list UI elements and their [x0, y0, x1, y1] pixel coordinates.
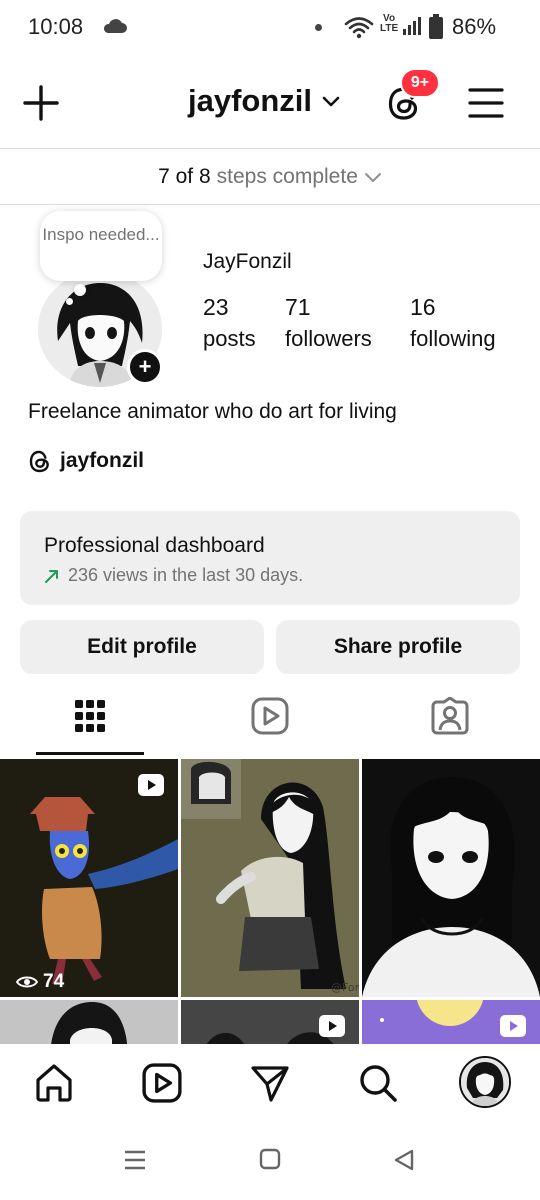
svg-text:@Fonz: @Fonz — [331, 981, 359, 994]
following-label: following — [410, 326, 496, 351]
recent-apps-icon[interactable] — [123, 1148, 147, 1172]
followers-label: followers — [285, 326, 372, 351]
post-thumbnail[interactable]: 74 — [0, 759, 178, 997]
volte-indicator: Vo LTE — [380, 13, 399, 34]
status-bar: 10:08 Vo LTE 86% — [0, 0, 540, 56]
share-profile-button[interactable]: Share profile — [276, 620, 520, 674]
signal-icon — [403, 17, 421, 35]
battery-icon — [429, 14, 443, 39]
post-thumbnail[interactable]: @Fonz — [181, 759, 359, 997]
reel-badge-icon — [319, 1015, 345, 1037]
post-views-count: 74 — [43, 971, 65, 992]
post-views: 74 — [16, 971, 64, 993]
post-thumbnail[interactable] — [0, 1000, 178, 1044]
tab-posts-grid[interactable] — [45, 693, 135, 739]
divider — [0, 204, 540, 205]
threads-handle: jayfonzil — [60, 449, 145, 472]
followers-count: 71 — [285, 294, 311, 320]
following-stat[interactable]: 16 following — [410, 292, 496, 356]
battery-percent: 86% — [452, 14, 497, 39]
notification-dot — [315, 24, 322, 31]
grid-icon — [75, 700, 105, 732]
status-time: 10:08 — [28, 14, 84, 39]
back-triangle-icon[interactable] — [392, 1148, 416, 1172]
post-thumbnail[interactable] — [362, 759, 540, 997]
posts-stat[interactable]: 23 posts — [203, 292, 256, 356]
steps-label: steps complete — [216, 164, 358, 188]
threads-icon — [29, 450, 49, 473]
reel-badge-icon — [500, 1015, 526, 1037]
posts-grid: 74 @Fonz — [0, 759, 540, 1044]
post-thumbnail[interactable] — [362, 1000, 540, 1044]
profile-steps-banner[interactable]: 7 of 8 steps complete — [0, 149, 540, 204]
nav-home[interactable] — [29, 1058, 79, 1108]
nav-reels[interactable] — [137, 1058, 187, 1108]
eye-icon — [16, 976, 38, 988]
profile-bio: Freelance animator who do art for living — [28, 400, 397, 423]
display-name: JayFonzil — [203, 250, 292, 273]
trending-up-arrow-icon — [45, 569, 58, 583]
cloud-icon — [103, 19, 127, 33]
reels-icon — [142, 1063, 182, 1103]
create-plus-icon[interactable] — [22, 84, 60, 122]
account-switcher[interactable]: jayfonzil — [188, 81, 340, 121]
chevron-down-icon — [364, 172, 381, 182]
tab-tagged[interactable] — [405, 693, 495, 739]
nav-direct-messages[interactable] — [245, 1058, 295, 1108]
nav-search[interactable] — [353, 1058, 403, 1108]
steps-count: 7 of 8 — [158, 164, 211, 188]
profile-header: jayfonzil 9+ — [0, 56, 540, 148]
search-icon — [360, 1065, 397, 1102]
send-icon — [251, 1066, 289, 1102]
note-bubble-tail — [66, 298, 73, 305]
nav-profile-avatar[interactable] — [459, 1056, 511, 1108]
threads-profile-link[interactable]: jayfonzil — [28, 448, 144, 474]
professional-dashboard-card[interactable]: Professional dashboard 236 views in the … — [20, 511, 520, 605]
dashboard-subtitle: 236 views in the last 30 days. — [44, 565, 303, 586]
bottom-navigation — [0, 1044, 540, 1120]
dashboard-title: Professional dashboard — [44, 534, 265, 557]
hamburger-menu-icon[interactable] — [468, 86, 504, 120]
posts-label: posts — [203, 326, 256, 351]
system-navigation-bar — [0, 1120, 540, 1200]
note-bubble-tail — [74, 284, 86, 296]
wifi-icon — [344, 17, 374, 39]
tab-reels[interactable] — [225, 693, 315, 739]
home-icon — [36, 1064, 72, 1102]
reels-icon — [251, 697, 289, 735]
dashboard-views-text: 236 views in the last 30 days. — [68, 565, 304, 585]
following-count: 16 — [410, 294, 436, 320]
tagged-person-icon — [431, 697, 469, 735]
home-square-icon[interactable] — [259, 1148, 281, 1170]
active-tab-indicator — [36, 752, 144, 755]
posts-count: 23 — [203, 294, 229, 320]
followers-stat[interactable]: 71 followers — [285, 292, 372, 356]
username: jayfonzil — [188, 83, 313, 118]
reel-badge-icon — [138, 774, 164, 796]
profile-note[interactable]: Inspo needed... — [40, 211, 162, 281]
notification-badge[interactable]: 9+ — [400, 68, 440, 98]
edit-profile-button[interactable]: Edit profile — [20, 620, 264, 674]
post-thumbnail[interactable] — [181, 1000, 359, 1044]
add-story-button[interactable]: + — [127, 349, 163, 385]
chevron-down-icon — [322, 96, 340, 107]
